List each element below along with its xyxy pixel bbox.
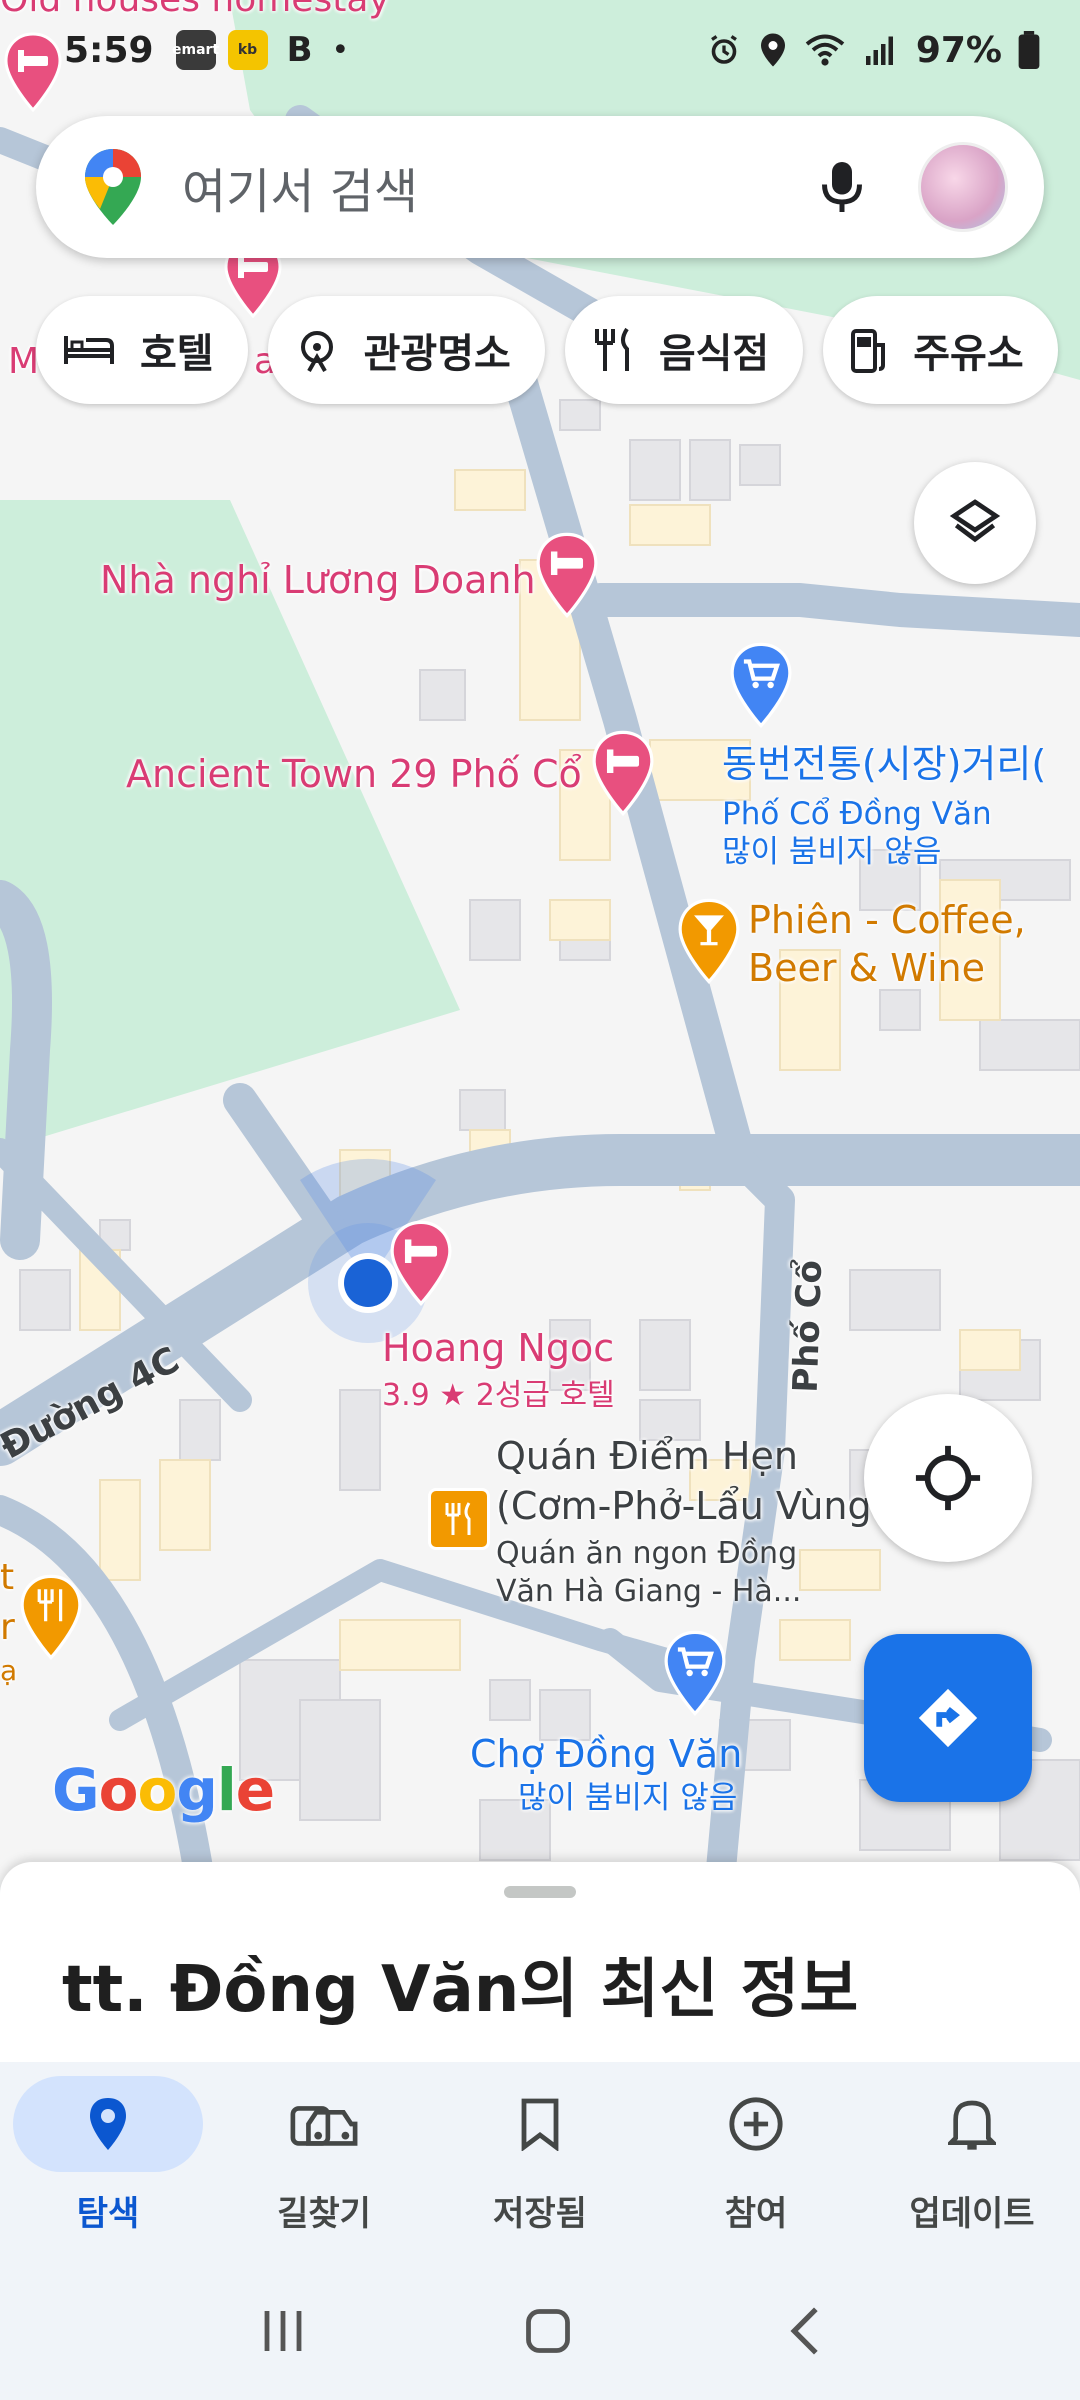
directions-icon (918, 1688, 978, 1748)
shopping-pin-icon[interactable] (664, 1628, 726, 1718)
nav-explore[interactable]: 탐색 (0, 2062, 216, 2262)
place-label-hoang-ngoc[interactable]: Hoang Ngoc (382, 1326, 614, 1372)
chip-attractions[interactable]: 관광명소 (267, 296, 545, 404)
place-label-cho-sub: 많이 붐비지 않음 (518, 1780, 738, 1816)
place-label-phien-2: Beer & Wine (748, 946, 985, 990)
my-location-icon (915, 1445, 981, 1511)
kb-app-icon: kb (227, 30, 268, 70)
back-icon[interactable] (785, 2305, 825, 2357)
explore-pin-icon (90, 2098, 126, 2150)
restaurant-pin-icon[interactable] (20, 1572, 82, 1662)
place-label-edge-a: ạ (0, 1654, 18, 1687)
system-navigation-bar (0, 2262, 1080, 2400)
status-time: 5:59 (64, 29, 154, 71)
road-label-pho-co: Phố Cổ (785, 1259, 831, 1394)
shopping-pin-icon[interactable] (730, 640, 792, 730)
search-input[interactable]: 여기서 검색 (182, 152, 812, 222)
place-label-nha-nghi[interactable]: Nhà nghỉ Lương Doanh (100, 558, 536, 604)
category-chips: 호텔 관광명소 음식점 주유소 (36, 296, 1058, 404)
restaurant-icon (594, 327, 629, 371)
place-label-cho-dong-van[interactable]: Chợ Đồng Văn (470, 1732, 742, 1778)
my-location-button[interactable] (864, 1394, 1032, 1562)
nav-saved[interactable]: 저장됨 (432, 2062, 648, 2262)
bottom-navigation: 탐색 길찾기 저장됨 참여 업데이트 (0, 2062, 1080, 2262)
b-app-icon: B (286, 30, 313, 70)
profile-avatar[interactable] (918, 142, 1008, 232)
attraction-icon (300, 331, 333, 372)
place-label-quan-sub2: Văn Hà Giang - Hà... (496, 1574, 802, 1609)
chip-gas[interactable]: 주유소 (823, 296, 1058, 404)
search-bar[interactable]: 여기서 검색 (36, 116, 1044, 258)
bar-pin-icon[interactable] (678, 896, 740, 986)
recent-apps-icon[interactable] (255, 2306, 311, 2356)
commute-car-icon (290, 2106, 358, 2146)
hotel-pin-icon[interactable] (390, 1218, 452, 1308)
place-label-quan-2: (Cơm-Phở-Lẩu Vùng (496, 1484, 872, 1528)
layers-button[interactable] (914, 462, 1036, 584)
place-label-market-sub1: Phố Cổ Đồng Văn (722, 796, 992, 832)
place-label-edge-t: t (0, 1557, 15, 1598)
chip-restaurants[interactable]: 음식점 (564, 296, 804, 404)
alarm-icon (710, 35, 737, 64)
bottom-sheet[interactable]: tt. Đồng Văn의 최신 정보 (0, 1862, 1080, 2062)
bookmark-icon (521, 2098, 559, 2151)
gas-icon (851, 329, 886, 373)
place-label-quan-1[interactable]: Quán Điểm Hẹn (496, 1434, 798, 1480)
layers-icon (949, 499, 1001, 543)
nav-contribute[interactable]: 참여 (648, 2062, 864, 2262)
sheet-drag-handle[interactable] (504, 1886, 576, 1898)
more-notifications-dot: • (331, 32, 350, 68)
place-label-market-sub2: 많이 붐비지 않음 (722, 834, 942, 870)
nav-updates[interactable]: 업데이트 (864, 2062, 1080, 2262)
star-icon: ★ (439, 1378, 467, 1413)
place-rating-hoang-ngoc: 3.9 ★ 2성급 호텔 (382, 1378, 615, 1413)
restaurant-square-marker-icon[interactable] (428, 1488, 490, 1550)
chip-hotels[interactable]: 호텔 (36, 296, 248, 404)
hotel-pin-icon[interactable] (536, 530, 598, 620)
place-label-market-street[interactable]: 동번전통(시장)거리( (722, 742, 1046, 788)
mic-icon[interactable] (812, 157, 872, 217)
emart-app-icon: emart (172, 30, 219, 70)
battery-icon (1018, 31, 1040, 69)
place-label-quan-sub1: Quán ăn ngon Đồng (496, 1536, 798, 1571)
directions-button[interactable] (864, 1634, 1032, 1802)
place-label-phien-1[interactable]: Phiên - Coffee, (748, 898, 1026, 944)
home-icon[interactable] (522, 2305, 574, 2357)
map-canvas[interactable]: Đường 4C Phố Cổ Old houses homestay M ay… (0, 0, 1080, 1880)
nav-commute[interactable]: 길찾기 (216, 2062, 432, 2262)
place-label-edge-r: r (0, 1607, 15, 1648)
status-bar: 5:59 emart kb B • 97% (0, 0, 1080, 100)
place-label-ancient-town[interactable]: Ancient Town 29 Phố Cổ (126, 752, 582, 798)
location-status-icon (760, 33, 785, 67)
battery-percent: 97% (915, 29, 1002, 71)
contribute-plus-icon (729, 2097, 783, 2151)
bell-icon (948, 2100, 996, 2150)
wifi-icon (805, 34, 845, 66)
google-maps-logo-icon (85, 149, 141, 225)
google-logo: Google (52, 1756, 275, 1824)
signal-icon (865, 36, 893, 65)
hotel-pin-icon[interactable] (592, 728, 654, 818)
place-label-partial-m: M (8, 341, 40, 382)
bed-icon (64, 336, 114, 364)
sheet-title: tt. Đồng Văn의 최신 정보 (62, 1953, 859, 2027)
